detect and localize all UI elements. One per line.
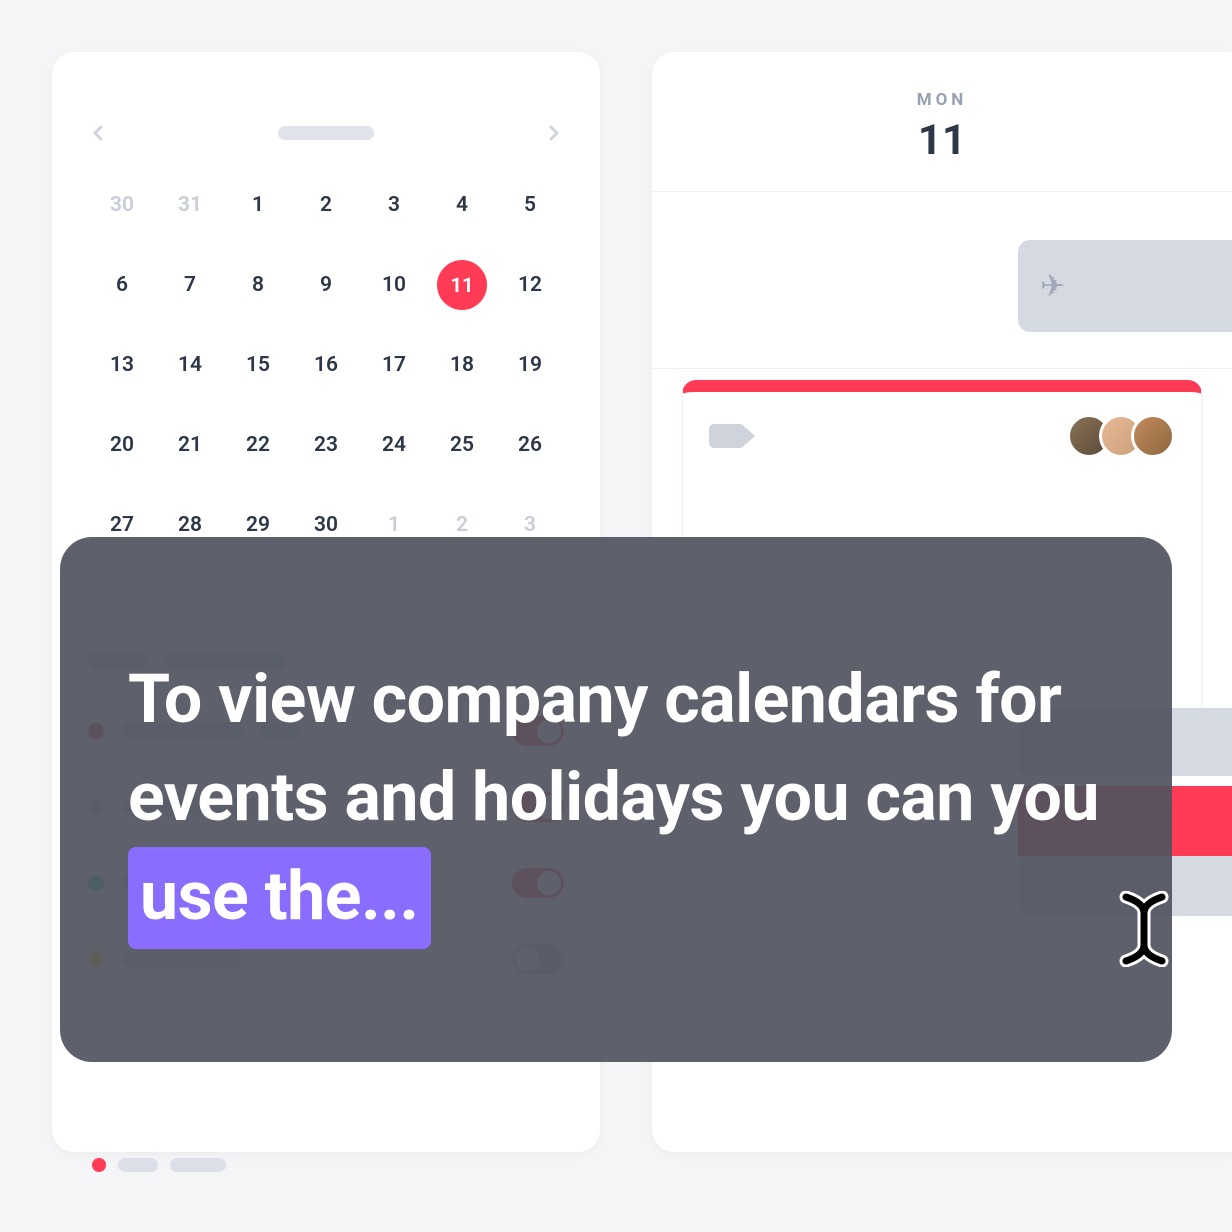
calendar-month-label xyxy=(278,126,374,140)
day-header: MON 11 xyxy=(652,52,1232,192)
calendar-day[interactable]: 12 xyxy=(496,268,564,302)
pager-dot[interactable] xyxy=(92,1158,106,1172)
calendar-day[interactable]: 26 xyxy=(496,428,564,462)
pager-dot[interactable] xyxy=(118,1158,158,1172)
prev-month-button[interactable] xyxy=(88,122,110,144)
calendar-day[interactable]: 13 xyxy=(88,348,156,382)
calendar-day[interactable]: 3 xyxy=(360,188,428,222)
calendar-day[interactable]: 15 xyxy=(224,348,292,382)
caption-highlight: use the... xyxy=(128,847,431,950)
airplane-icon: ✈ xyxy=(1040,269,1065,304)
caption-pre: To view company calendars for events and… xyxy=(128,659,1099,838)
calendar-grid: 3031123456789101112131415161718192021222… xyxy=(88,188,564,542)
calendar-day[interactable]: 18 xyxy=(428,348,496,382)
text-cursor-icon xyxy=(1112,891,1176,967)
calendar-day[interactable]: 30 xyxy=(88,188,156,222)
calendar-day[interactable]: 24 xyxy=(360,428,428,462)
day-abbr: MON xyxy=(652,90,1232,110)
calendar-day[interactable]: 10 xyxy=(360,268,428,302)
calendar-day[interactable]: 21 xyxy=(156,428,224,462)
all-day-block[interactable]: ✈ xyxy=(1018,240,1232,332)
video-camera-icon xyxy=(709,424,745,448)
calendar-day[interactable]: 19 xyxy=(496,348,564,382)
calendar-day[interactable]: 4 xyxy=(428,188,496,222)
calendar-day[interactable]: 7 xyxy=(156,268,224,302)
next-month-button[interactable] xyxy=(542,122,564,144)
calendar-day[interactable]: 20 xyxy=(88,428,156,462)
calendar-day[interactable]: 16 xyxy=(292,348,360,382)
pager-dot[interactable] xyxy=(170,1158,226,1172)
calendar-day[interactable]: 1 xyxy=(224,188,292,222)
day-number: 11 xyxy=(652,116,1232,165)
pager-dots xyxy=(92,1158,226,1172)
avatar xyxy=(1131,414,1175,458)
attendee-avatars xyxy=(1079,414,1175,458)
calendar-day[interactable]: 23 xyxy=(292,428,360,462)
calendar-day[interactable]: 2 xyxy=(292,188,360,222)
calendar-day[interactable]: 17 xyxy=(360,348,428,382)
calendar-day[interactable]: 11 xyxy=(428,268,496,302)
calendar-day[interactable]: 9 xyxy=(292,268,360,302)
caption-text: To view company calendars for events and… xyxy=(128,650,1104,950)
calendar-day[interactable]: 25 xyxy=(428,428,496,462)
calendar-day[interactable]: 31 xyxy=(156,188,224,222)
calendar-header xyxy=(88,122,564,144)
caption-overlay: To view company calendars for events and… xyxy=(60,537,1172,1062)
calendar-day[interactable]: 14 xyxy=(156,348,224,382)
calendar-day[interactable]: 22 xyxy=(224,428,292,462)
calendar-day[interactable]: 5 xyxy=(496,188,564,222)
calendar-day[interactable]: 6 xyxy=(88,268,156,302)
calendar-day[interactable]: 8 xyxy=(224,268,292,302)
